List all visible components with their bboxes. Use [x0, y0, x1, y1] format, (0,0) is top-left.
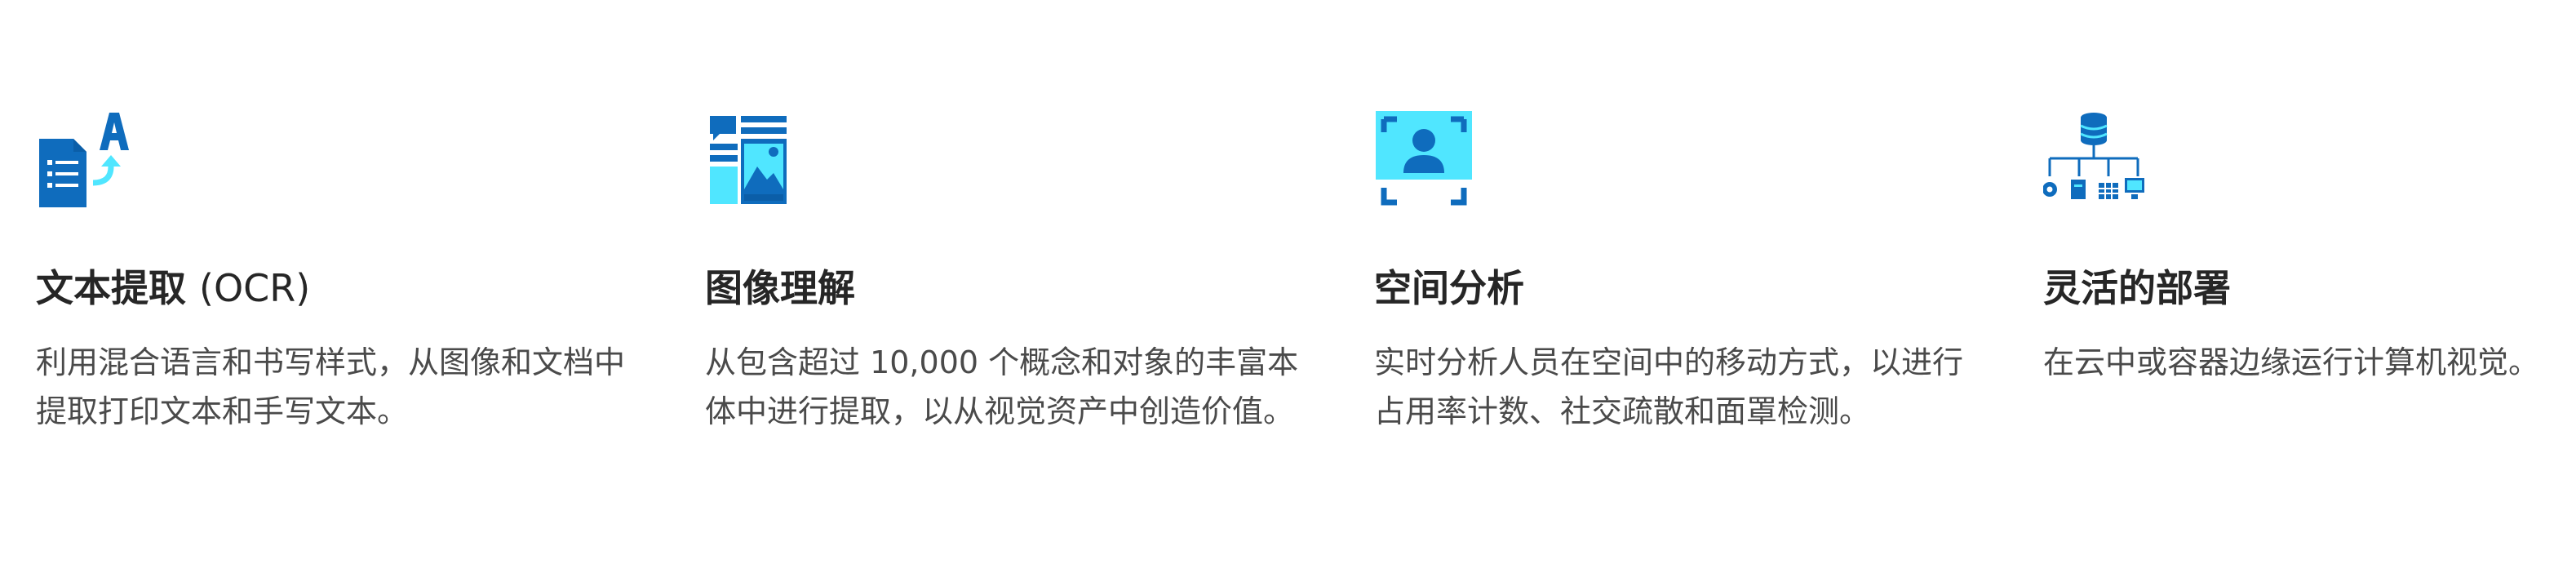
features-section: 文本提取 (OCR) 利用混合语言和书写样式，从图像和文档中提取打印文本和手写文… [0, 0, 2576, 573]
feature-ocr: 文本提取 (OCR) 利用混合语言和书写样式，从图像和文档中提取打印文本和手写文… [36, 108, 656, 429]
image-layout-icon [705, 108, 806, 211]
feature-title: 灵活的部署 [2043, 266, 2231, 310]
feature-title: 图像理解 [705, 266, 855, 310]
feature-description: 在云中或容器边缘运行计算机视觉。 [2043, 344, 2540, 380]
ocr-document-icon [36, 108, 137, 211]
feature-description: 实时分析人员在空间中的移动方式，以进行占用率计数、社交疏散和面罩检测。 [1374, 344, 1964, 429]
feature-image-understanding: 图像理解 从包含超过 10,000 个概念和对象的丰富本体中进行提取，以从视觉资… [705, 108, 1325, 429]
feature-title: 空间分析 [1374, 266, 1524, 310]
feature-description: 利用混合语言和书写样式，从图像和文档中提取打印文本和手写文本。 [36, 344, 626, 429]
feature-title: 文本提取 (OCR) [36, 266, 311, 310]
person-frame-icon [1374, 108, 1475, 211]
feature-flexible-deployment: 灵活的部署 在云中或容器边缘运行计算机视觉。 [2043, 108, 2565, 380]
deployment-tree-icon [2043, 108, 2144, 211]
feature-spatial-analysis: 空间分析 实时分析人员在空间中的移动方式，以进行占用率计数、社交疏散和面罩检测。 [1374, 108, 1994, 429]
feature-description: 从包含超过 10,000 个概念和对象的丰富本体中进行提取，以从视觉资产中创造价… [705, 344, 1299, 429]
